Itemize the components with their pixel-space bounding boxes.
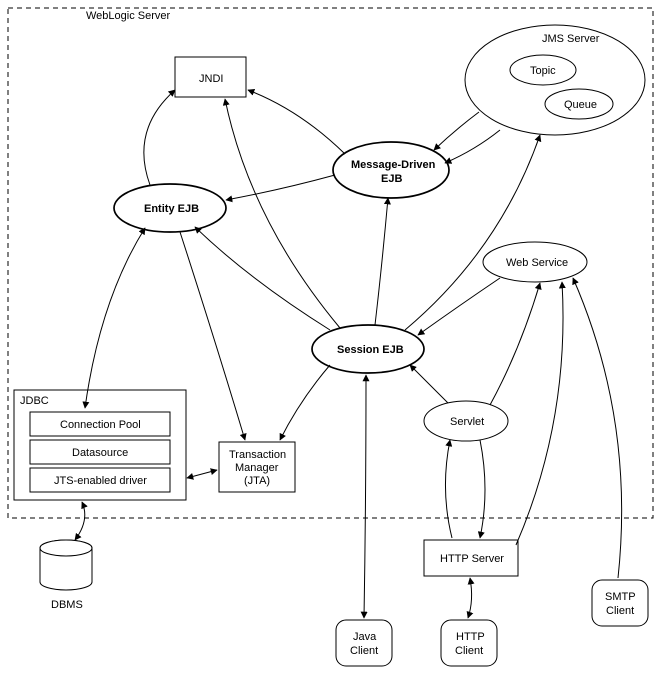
edge-jdbc-txn: [187, 470, 217, 478]
edge-session-txn: [280, 365, 330, 440]
servlet-label: Servlet: [450, 416, 484, 428]
jdbc-item-1-label: Datasource: [72, 447, 128, 459]
edge-jms-mdejb-2: [445, 130, 500, 163]
entity-ejb-label: Entity EJB: [144, 203, 199, 215]
edge-jms-mdejb-1: [434, 112, 479, 150]
jdbc-item-2-label: JTS-enabled driver: [54, 475, 147, 487]
jms-topic-label: Topic: [530, 65, 556, 77]
message-driven-ejb-label-2: EJB: [381, 173, 402, 185]
edge-httpserver-servlet-2: [480, 440, 485, 538]
smtp-client-label-1: SMTP: [605, 591, 636, 603]
edge-servlet-webservice: [490, 283, 540, 405]
http-server-label: HTTP Server: [440, 553, 504, 565]
edge-smtp-webservice: [573, 278, 622, 578]
edge-javaclient-session: [364, 375, 366, 618]
jms-queue-label: Queue: [564, 99, 597, 111]
web-service-label: Web Service: [506, 257, 568, 269]
edge-httpserver-servlet-1: [445, 440, 452, 538]
java-client-label-2: Client: [350, 645, 378, 657]
transaction-manager-label-3: (JTA): [244, 475, 270, 487]
java-client-node: [336, 620, 392, 666]
session-ejb-label: Session EJB: [337, 344, 404, 356]
dbms-label: DBMS: [51, 599, 83, 611]
jndi-label: JNDI: [199, 73, 223, 85]
transaction-manager-label-1: Transaction: [229, 449, 286, 461]
smtp-client-label-2: Client: [606, 605, 634, 617]
edge-entity-jndi: [144, 90, 175, 185]
edge-mdejb-entity: [226, 175, 335, 200]
edge-jdbc-dbms: [75, 502, 85, 540]
edge-servlet-session: [410, 365, 448, 403]
http-client-label-2: Client: [455, 645, 483, 657]
java-client-label-1: Java: [353, 631, 377, 643]
edge-session-mdejb: [375, 198, 388, 325]
http-client-node: [441, 620, 497, 666]
smtp-client-node: [592, 580, 648, 626]
jdbc-label: JDBC: [20, 395, 49, 407]
edge-session-jndi: [225, 99, 340, 328]
jdbc-item-0-label: Connection Pool: [60, 419, 141, 431]
edge-entity-jdbc: [85, 228, 145, 408]
edge-httpserver-webservice: [516, 282, 563, 545]
message-driven-ejb-label-1: Message-Driven: [351, 159, 436, 171]
dbms-node: [40, 540, 92, 590]
transaction-manager-label-2: Manager: [235, 462, 279, 474]
edge-httpclient-httpserver: [468, 578, 472, 618]
http-client-label-1: HTTP: [456, 631, 485, 643]
jms-server-label: JMS Server: [542, 33, 600, 45]
edge-session-entity: [195, 227, 330, 330]
edge-mdejb-jndi: [248, 90, 345, 154]
weblogic-container-label: WebLogic Server: [86, 10, 171, 22]
